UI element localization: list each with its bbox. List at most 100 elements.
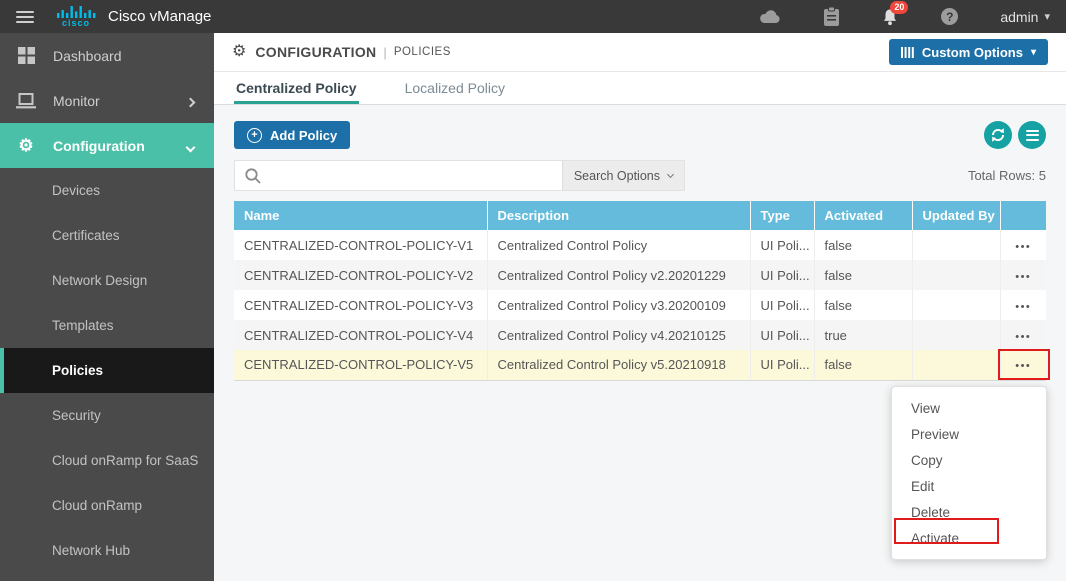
custom-options-button[interactable]: Custom Options ▾ xyxy=(888,39,1048,65)
cell-type: UI Poli... xyxy=(750,230,815,260)
cell-type: UI Poli... xyxy=(750,350,815,381)
row-actions-menu: View Preview Copy Edit Delete Activate xyxy=(891,386,1047,560)
menu-item-label: View xyxy=(911,400,941,416)
column-header-updated-by[interactable]: Updated By xyxy=(912,201,1001,230)
menu-item-label: Activate xyxy=(911,530,960,546)
page-title: CONFIGURATION xyxy=(255,44,377,60)
cisco-logo: cisco xyxy=(56,5,96,28)
table-menu-button[interactable] xyxy=(1018,121,1046,149)
page-header: ⚙ CONFIGURATION | POLICIES Custom Option… xyxy=(214,33,1066,72)
more-actions-icon[interactable]: ••• xyxy=(1015,360,1031,372)
more-actions-icon[interactable]: ••• xyxy=(1015,301,1031,313)
sidebar-item-cloud-onramp[interactable]: Cloud onRamp xyxy=(0,483,214,528)
tab-label: Centralized Policy xyxy=(236,80,357,96)
columns-icon xyxy=(900,46,914,58)
top-bar: cisco Cisco vManage 20 ? admin ▾ xyxy=(0,0,1066,33)
cell-updated-by xyxy=(912,290,1001,320)
refresh-icon xyxy=(991,128,1005,142)
menu-item-delete[interactable]: Delete xyxy=(892,499,1046,525)
tab-label: Localized Policy xyxy=(404,80,505,96)
page-subtitle: POLICIES xyxy=(393,46,451,58)
sidebar-subitem-label: Certificates xyxy=(52,228,120,243)
menu-item-preview[interactable]: Preview xyxy=(892,421,1046,447)
cisco-logo-bars xyxy=(57,5,96,18)
column-header-activated[interactable]: Activated xyxy=(814,201,913,230)
content: + Add Policy Search Options Total Rows: … xyxy=(214,105,1066,381)
cell-description: Centralized Control Policy xyxy=(487,230,751,260)
menu-item-label: Copy xyxy=(911,452,943,468)
gear-icon: ⚙ xyxy=(18,136,34,155)
sidebar-item-configuration[interactable]: ⚙ Configuration xyxy=(0,123,214,168)
sidebar-item-network-design[interactable]: Network Design xyxy=(0,258,214,303)
cell-name: CENTRALIZED-CONTROL-POLICY-V1 xyxy=(234,230,488,260)
cloud-icon[interactable] xyxy=(758,9,782,24)
cell-updated-by xyxy=(912,230,1001,260)
menu-item-label: Preview xyxy=(911,426,960,442)
column-header-actions xyxy=(1000,201,1046,230)
column-header-name[interactable]: Name xyxy=(234,201,488,230)
cell-name: CENTRALIZED-CONTROL-POLICY-V2 xyxy=(234,260,488,290)
sidebar-item-network-hub[interactable]: Network Hub xyxy=(0,528,214,573)
cell-activated: false xyxy=(814,230,913,260)
hamburger-icon xyxy=(1025,129,1039,141)
cell-type: UI Poli... xyxy=(750,260,815,290)
sidebar-item-label: Dashboard xyxy=(53,47,122,64)
menu-item-copy[interactable]: Copy xyxy=(892,447,1046,473)
tab-localized-policy[interactable]: Localized Policy xyxy=(403,72,507,104)
menu-icon[interactable] xyxy=(16,10,34,23)
search-input[interactable] xyxy=(262,161,562,190)
search-options-dropdown[interactable]: Search Options xyxy=(561,161,684,190)
table-row[interactable]: CENTRALIZED-CONTROL-POLICY-V3 Centralize… xyxy=(234,290,1046,320)
sidebar-item-devices[interactable]: Devices xyxy=(0,168,214,213)
gear-icon: ⚙ xyxy=(232,43,247,60)
add-policy-button[interactable]: + Add Policy xyxy=(234,121,351,149)
refresh-button[interactable] xyxy=(984,121,1012,149)
table-row[interactable]: CENTRALIZED-CONTROL-POLICY-V1 Centralize… xyxy=(234,230,1046,260)
cell-activated: false xyxy=(814,350,913,381)
sidebar-item-templates[interactable]: Templates xyxy=(0,303,214,348)
table-row-selected[interactable]: CENTRALIZED-CONTROL-POLICY-V5 Centralize… xyxy=(234,350,1046,381)
cell-description: Centralized Control Policy v3.20200109 xyxy=(487,290,751,320)
search-options-label: Search Options xyxy=(573,168,660,183)
table-row[interactable]: CENTRALIZED-CONTROL-POLICY-V4 Centralize… xyxy=(234,320,1046,350)
sidebar-subitem-label: Network Hub xyxy=(52,543,131,558)
user-name: admin xyxy=(1000,8,1039,25)
cell-updated-by xyxy=(912,320,1001,350)
sidebar-item-cloud-onramp-saas[interactable]: Cloud onRamp for SaaS xyxy=(0,438,214,483)
tab-centralized-policy[interactable]: Centralized Policy xyxy=(234,72,359,104)
sidebar-item-label: Monitor xyxy=(53,92,100,109)
sidebar-subitem-label: Policies xyxy=(52,363,104,378)
more-actions-icon[interactable]: ••• xyxy=(1015,331,1031,343)
search-bar: Search Options xyxy=(234,160,685,191)
sidebar-item-certificates[interactable]: Certificates xyxy=(0,213,214,258)
sidebar-subitem-label: Cloud onRamp xyxy=(52,498,143,513)
cell-updated-by xyxy=(912,260,1001,290)
menu-item-edit[interactable]: Edit xyxy=(892,473,1046,499)
sidebar-item-monitor[interactable]: Monitor xyxy=(0,78,214,123)
cell-activated: false xyxy=(814,260,913,290)
cell-activated: false xyxy=(814,290,913,320)
cell-type: UI Poli... xyxy=(750,290,815,320)
table-row[interactable]: CENTRALIZED-CONTROL-POLICY-V2 Centralize… xyxy=(234,260,1046,290)
cell-description: Centralized Control Policy v4.20210125 xyxy=(487,320,751,350)
cell-name: CENTRALIZED-CONTROL-POLICY-V4 xyxy=(234,320,488,350)
more-actions-icon[interactable]: ••• xyxy=(1015,241,1031,253)
notifications-bell-icon[interactable]: 20 xyxy=(881,0,909,26)
sidebar-subitem-label: Security xyxy=(52,408,101,423)
menu-item-activate[interactable]: Activate xyxy=(892,525,1046,551)
sidebar-subitem-label: Cloud onRamp for SaaS xyxy=(52,453,199,468)
sidebar-item-policies[interactable]: Policies xyxy=(0,348,214,393)
menu-item-label: Delete xyxy=(911,504,951,520)
add-policy-label: Add Policy xyxy=(270,127,338,143)
sidebar-item-dashboard[interactable]: Dashboard xyxy=(0,33,214,78)
sidebar-item-security[interactable]: Security xyxy=(0,393,214,438)
column-header-description[interactable]: Description xyxy=(487,201,751,230)
more-actions-icon[interactable]: ••• xyxy=(1015,271,1031,283)
menu-item-view[interactable]: View xyxy=(892,395,1046,421)
tasks-clipboard-icon[interactable] xyxy=(824,7,840,26)
chevron-down-icon xyxy=(666,170,675,178)
table-header-row: Name Description Type Activated Updated … xyxy=(234,201,1046,230)
user-menu[interactable]: admin ▾ xyxy=(1000,9,1050,25)
column-header-type[interactable]: Type xyxy=(750,201,815,230)
help-icon[interactable]: ? xyxy=(941,8,959,25)
